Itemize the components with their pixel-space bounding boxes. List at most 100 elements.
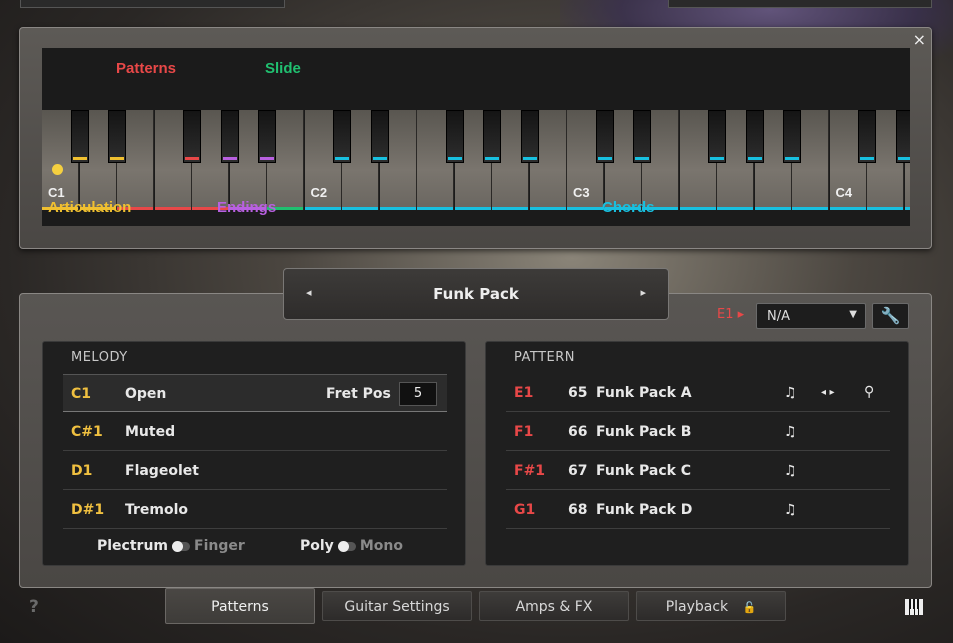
black-key[interactable] (445, 110, 464, 163)
next-pack-icon[interactable]: ▸ (640, 286, 646, 299)
fret-pos-label: Fret Pos (326, 386, 391, 402)
tab-playback[interactable]: Playback 🔓 (636, 591, 786, 621)
tab-playback-label: Playback (665, 599, 729, 615)
octave-label: C4 (835, 185, 853, 200)
melody-note: C#1 (71, 424, 103, 440)
zone-mark (485, 157, 499, 160)
pattern-number: 65 (568, 385, 588, 401)
zone-label-articulation: Articulation (48, 199, 132, 216)
melody-row[interactable]: D#1 Tremolo (63, 491, 447, 529)
lock-icon: 🔓 (742, 601, 757, 614)
zone-bar (304, 207, 341, 210)
zone-bar (454, 207, 491, 210)
toggle-switch-icon (337, 540, 356, 552)
melody-row[interactable]: C1 Open Fret Pos 5 (63, 374, 447, 412)
plectrum-finger-toggle[interactable]: Plectrum Finger (97, 538, 245, 554)
pattern-number: 66 (568, 424, 588, 440)
poly-mono-toggle[interactable]: Poly Mono (300, 538, 403, 554)
black-key[interactable] (370, 110, 389, 163)
black-key[interactable] (258, 110, 276, 163)
black-key[interactable] (333, 110, 351, 163)
melody-note: D#1 (71, 502, 105, 518)
zone-bar (904, 207, 910, 210)
zone-bar (492, 207, 528, 210)
black-key[interactable] (708, 110, 726, 163)
zone-label-endings: Endings (217, 199, 277, 216)
zone-bar (717, 207, 753, 210)
prev-next-arrows-icon[interactable]: ◂ ▸ (821, 387, 835, 398)
pattern-number: 68 (568, 502, 588, 518)
music-note-icon[interactable]: ♫ (784, 424, 797, 440)
pattern-row[interactable]: F#1 67 Funk Pack C ♫ (506, 452, 890, 490)
black-key[interactable] (595, 110, 614, 163)
black-key[interactable] (183, 110, 201, 163)
melody-title: MELODY (71, 350, 128, 365)
melody-name: Tremolo (125, 502, 189, 518)
fret-pos-input[interactable]: 5 (399, 382, 437, 406)
black-key[interactable] (108, 110, 126, 163)
wrench-button[interactable]: 🔧 (872, 303, 909, 329)
black-key[interactable] (633, 110, 651, 163)
zone-bar (342, 207, 378, 210)
zone-bar (867, 207, 903, 210)
toggle-off-label: Finger (194, 538, 245, 554)
music-note-icon[interactable]: ♫ (784, 463, 797, 479)
zone-mark (185, 157, 199, 160)
black-key[interactable] (783, 110, 801, 163)
keyboard-display: Patterns Slide C1 C2 C3 C4 Articulation End… (42, 48, 910, 226)
zone-bar (154, 207, 191, 210)
zone-mark (785, 157, 799, 160)
top-right-strip (668, 0, 932, 8)
wrench-icon: 🔧 (880, 306, 901, 325)
help-icon[interactable]: ? (29, 597, 39, 617)
top-left-strip (20, 0, 285, 8)
zone-mark (522, 157, 537, 160)
pattern-number: 67 (568, 463, 588, 479)
tab-amps-fx[interactable]: Amps & FX (479, 591, 629, 621)
black-key[interactable] (220, 110, 239, 163)
zone-mark (897, 157, 910, 160)
black-key[interactable] (520, 110, 539, 163)
pattern-note: F1 (514, 424, 534, 440)
zone-bar (529, 207, 566, 210)
pattern-title: PATTERN (514, 350, 576, 365)
melody-note: D1 (71, 463, 93, 479)
keyboard-toggle-icon[interactable] (904, 598, 926, 618)
key-assign-label: E1 ▸ (717, 307, 745, 322)
pattern-row[interactable]: F1 66 Funk Pack B ♫ (506, 413, 890, 451)
black-key[interactable] (745, 110, 764, 163)
octave-label: C2 (310, 185, 328, 200)
zone-bar (567, 207, 603, 210)
zone-mark (860, 157, 874, 160)
tab-patterns[interactable]: Patterns (165, 588, 315, 624)
melody-row[interactable]: C#1 Muted (63, 413, 447, 451)
zone-mark (747, 157, 762, 160)
melody-row[interactable]: D1 Flageolet (63, 452, 447, 490)
zone-bar (754, 207, 791, 210)
zone-mark (635, 157, 649, 160)
black-key[interactable] (70, 110, 89, 163)
black-key[interactable] (483, 110, 501, 163)
tab-guitar-settings[interactable]: Guitar Settings (322, 591, 472, 621)
piano-keys[interactable]: C1 C2 C3 C4 (42, 110, 910, 215)
search-icon[interactable]: ⚲ (864, 384, 874, 400)
zone-mark (447, 157, 462, 160)
pattern-name: Funk Pack C (596, 463, 692, 479)
zone-mark (72, 157, 87, 160)
key-assign-select[interactable]: N/A ▼ (756, 303, 866, 329)
music-note-icon[interactable]: ♫ (784, 502, 797, 518)
black-key[interactable] (858, 110, 876, 163)
black-key[interactable] (895, 110, 910, 163)
pattern-box: PATTERN E1 65 Funk Pack A ♫ ◂ ▸ ⚲ F1 66 … (485, 341, 909, 566)
pattern-row[interactable]: G1 68 Funk Pack D ♫ (506, 491, 890, 529)
pack-selector: ◂ Funk Pack ▸ (283, 268, 669, 320)
pattern-row[interactable]: E1 65 Funk Pack A ♫ ◂ ▸ ⚲ (506, 374, 890, 412)
zone-label-chords: Chords (602, 199, 655, 216)
zone-bar (829, 207, 866, 210)
keyboard-panel: × Patterns Slide C1 C2 C3 C4 Articulation E… (19, 27, 932, 249)
zone-label-slide: Slide (265, 60, 301, 77)
close-icon[interactable]: × (913, 30, 926, 49)
music-note-icon[interactable]: ♫ (784, 385, 797, 401)
chevron-down-icon: ▼ (849, 309, 857, 320)
melody-box: MELODY C1 Open Fret Pos 5 C#1 Muted D1 F… (42, 341, 466, 566)
